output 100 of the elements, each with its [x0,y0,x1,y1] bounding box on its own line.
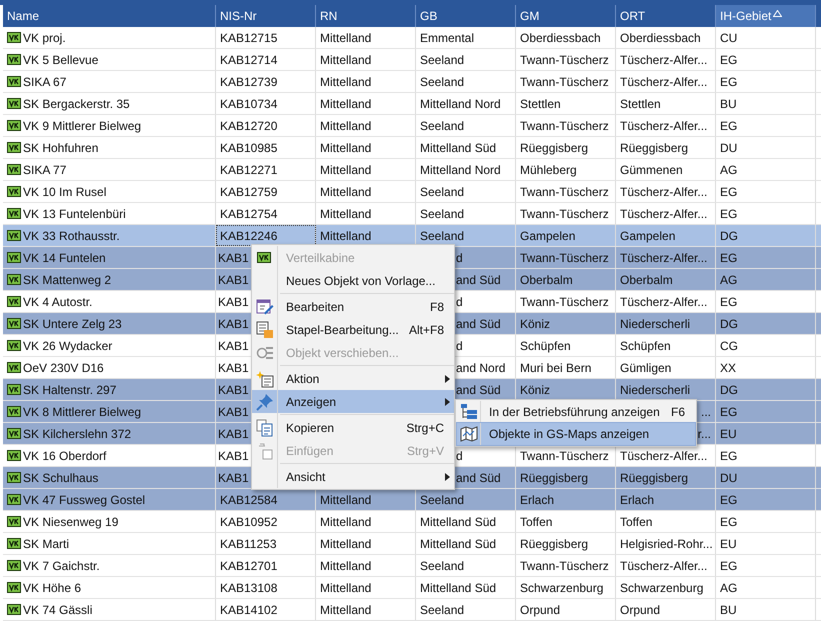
table-cell-text: EG [720,52,738,68]
table-cell-text: Tüscherz-Alfer... [620,74,708,90]
table-cell-text: VK 26 Wydacker [23,338,112,354]
table-cell-text: EG [720,558,738,574]
table-cell-text: AG [720,580,738,596]
table-cell-text: EG [720,404,738,420]
table-cell-text: Mittelland [320,492,372,508]
table-cell-text: Tüscherz-Alfer... [620,184,708,200]
table-cell-text: Rüeggisberg [620,470,688,486]
table-cell-text: EG [720,448,738,464]
table-cell-text: SIKA 67 [23,74,66,90]
table-cell-text: EG [720,184,738,200]
table-cell-text: Muri bei Bern [520,360,592,376]
table-cell-text: Oberdiessbach [520,30,601,46]
table-cell-text: Erlach [520,492,554,508]
table-cell-text: Rüeggisberg [620,140,688,156]
table-cell-text: Seeland [420,206,464,222]
table-cell-text: EG [720,118,738,134]
table-cell-text: KAB1 [218,382,249,398]
table-cell-text: DG [720,228,738,244]
table-cell-text: EG [720,206,738,222]
table-cell-text: Mittelland [320,118,372,134]
table-cell-text: AG [720,272,738,288]
table-cell-text: Mittelland [320,96,372,112]
table-cell-text: Toffen [520,514,552,530]
table-cell-text: KAB1 [218,404,249,420]
table-cell-text: Rüeggisberg [520,140,588,156]
table-cell-text: Tüscherz-Alfer... [620,250,708,266]
table-cell-text: OeV 230V D16 [23,360,104,376]
table-cell-text: CG [720,338,738,354]
table-cell-text: Mittelland [320,228,372,244]
table-cell-text: Mittelland Süd [420,580,496,596]
table-cell-text: Gampelen [620,228,676,244]
table-cell-text: SK Hohfuhren [23,140,98,156]
table-cell-text: Mühleberg [520,162,577,178]
table-cell-text: ... [700,404,711,420]
table-cell-text: KAB12246 [220,228,278,244]
table-cell-text: Mittelland [320,184,372,200]
table-cell-text: Mittelland [320,514,372,530]
table-cell-text: and Süd [456,382,501,398]
table-cell-text: Oberdiessbach [620,30,701,46]
table-cell-text: Helgisried-Rohr... [620,536,713,552]
table-cell-text: Mittelland [320,52,372,68]
table-cell-text: VK 47 Fussweg Gostel [23,492,146,508]
table-cell-text: Schwarzenburg [620,580,704,596]
table-cell-text: Mittelland Süd [420,140,496,156]
table-cell-text: Tüscherz-Alfer... [620,294,708,310]
table-cell-text: Mittelland Nord [420,96,501,112]
table-cell-text: Rüeggisberg [520,536,588,552]
table-cell-text: BU [720,96,737,112]
table-cell-text: VK 16 Oberdorf [23,448,106,464]
table-cell-text: Twann-Tüscherz [520,52,609,68]
table-cell-text: and Süd [456,316,501,332]
table-cell-text: Oberbalm [620,272,673,288]
table-cell-text: VK 13 Funtelenbüri [23,206,126,222]
table-cell-text: Tüscherz-Alfer... [620,558,708,574]
table-cell-text: SK Kilcherslehn 372 [23,426,132,442]
table-cell-text: Tüscherz-Alfer... [620,52,708,68]
table-cell-text: SK Mattenweg 2 [23,272,112,288]
table-cell-text: and Nord [456,360,506,376]
table-cell-text: Orpund [620,602,660,618]
table-cell-text: VK Niesenweg 19 [23,514,118,530]
table-cell-text: Mittelland Nord [420,162,501,178]
table-cell-text: Tüscherz-Alfer... [620,448,708,464]
table-cell-text: KAB1 [218,448,249,464]
table-cell-text: SK Bergackerstr. 35 [23,96,130,112]
table-cell-text: SK Haltenstr. 297 [23,382,116,398]
table-cell-text: Twann-Tüscherz [520,558,609,574]
table-cell-text: KAB1 [218,470,249,486]
table-cell-text: d [456,294,463,310]
table-cell-text: KAB12701 [220,558,278,574]
table-cell-text: Seeland [420,118,464,134]
table-cell-text: VK Höhe 6 [23,580,82,596]
table-cell-text: KAB13108 [220,580,278,596]
table-cell-text: Mittelland [320,206,372,222]
table-cell-text: VK 9 Mittlerer Bielweg [23,118,142,134]
table-cell-text: Mittelland Süd [420,536,496,552]
table-cell-text: KAB12754 [220,206,278,222]
table-cell-text: Twann-Tüscherz [520,250,609,266]
table-cell-text: VK 4 Autostr. [23,294,92,310]
table-cell-text: SK Schulhaus [23,470,98,486]
table-cell-text: Seeland [420,184,464,200]
table-cell-text: VK 33 Rothausstr. [23,228,120,244]
table-cell-text: DU [720,470,738,486]
table-cell-text: Niederscherli [620,382,690,398]
table-cell-text: KAB14102 [220,602,278,618]
table-cell-text: SK Marti [23,536,70,552]
table-cell-text: Niederscherli [620,316,690,332]
table-cell-text: Mittelland [320,30,372,46]
table-cell-text: Mittelland [320,602,372,618]
table-cell-text: EG [720,514,738,530]
table-cell-text: DU [720,140,738,156]
table-cell-text: and Süd [456,470,501,486]
table-cell-text: r... [698,426,711,442]
table-cell-text: Mittelland [320,558,372,574]
table-cell-text: VK 7 Gaichstr. [23,558,100,574]
table-cell-text: VK 14 Funtelen [23,250,106,266]
table-cell-text: Gümligen [620,360,672,376]
table-cell-text: Mittelland [320,580,372,596]
table-cell-text: Seeland [420,52,464,68]
